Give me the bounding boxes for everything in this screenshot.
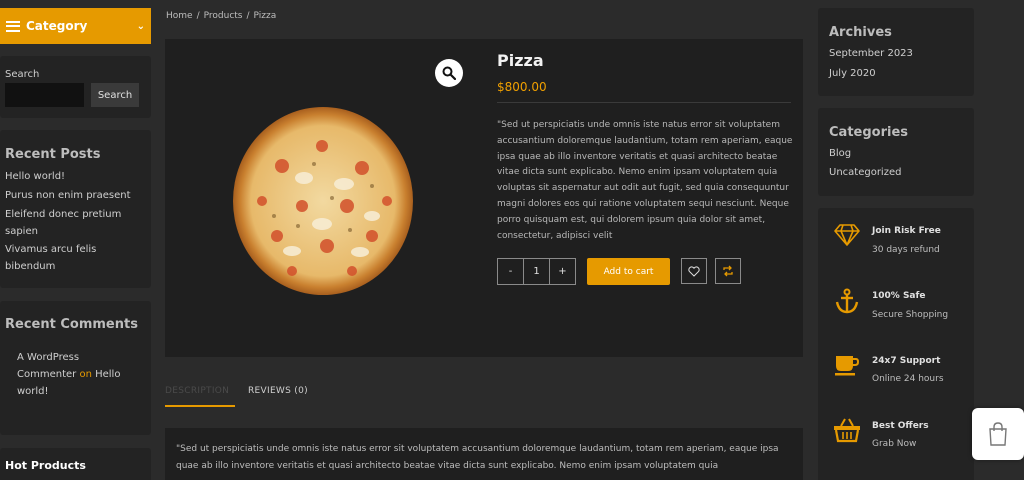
categories-widget: Categories Blog Uncategorized xyxy=(818,108,974,196)
archive-link[interactable]: September 2023 xyxy=(829,45,913,62)
recent-posts-widget: Recent Posts Hello world! Purus non enim… xyxy=(0,130,151,288)
feature-title: 24x7 Support xyxy=(872,356,941,366)
floating-cart-button[interactable] xyxy=(972,408,1024,460)
product-image xyxy=(233,107,413,295)
category-label: Category xyxy=(26,19,88,33)
qty-input[interactable]: 1 xyxy=(523,259,550,284)
feature-subtitle: Grab Now xyxy=(872,439,917,449)
product-price: $800.00 xyxy=(497,80,547,94)
recent-comments-title: Recent Comments xyxy=(5,317,138,332)
breadcrumb-separator: / xyxy=(196,11,200,21)
recent-post-link[interactable]: Hello world! xyxy=(5,168,65,185)
feature-subtitle: 30 days refund xyxy=(872,245,940,255)
recent-posts-title: Recent Posts xyxy=(5,147,101,162)
category-link[interactable]: Blog xyxy=(829,145,851,162)
description-text: "Sed ut perspiciatis unde omnis iste nat… xyxy=(176,444,779,471)
feature-subtitle: Secure Shopping xyxy=(872,310,949,320)
shopping-bag-icon xyxy=(989,422,1007,446)
breadcrumb-home[interactable]: Home xyxy=(166,11,193,21)
archives-widget: Archives September 2023 July 2020 xyxy=(818,8,974,96)
product-title: Pizza xyxy=(497,51,544,70)
divider xyxy=(497,102,791,103)
product-short-description: "Sed ut perspiciatis unde omnis iste nat… xyxy=(497,120,793,241)
comment-entry: A WordPress Commenter on Hello world! xyxy=(17,349,132,400)
archives-title: Archives xyxy=(829,25,892,40)
hot-products-widget: Hot Products xyxy=(0,448,151,480)
compare-arrows-icon xyxy=(723,265,733,277)
search-label: Search xyxy=(5,69,40,80)
qty-increase-button[interactable]: + xyxy=(550,259,575,284)
recent-post-link[interactable]: Vivamus arcu felis bibendum xyxy=(5,241,125,275)
hot-products-title: Hot Products xyxy=(5,459,86,472)
tab-description[interactable]: DESCRIPTION xyxy=(165,386,229,396)
feature-title: Join Risk Free xyxy=(872,226,941,236)
cup-icon xyxy=(835,356,860,376)
diamond-icon xyxy=(834,224,860,246)
feature-subtitle: Online 24 hours xyxy=(872,374,944,384)
zoom-button[interactable] xyxy=(435,59,463,87)
search-widget: Search Search xyxy=(0,56,151,118)
magnifier-icon xyxy=(442,66,456,80)
quantity-stepper: - 1 + xyxy=(497,258,576,285)
anchor-icon xyxy=(835,288,859,314)
add-to-cart-button[interactable]: Add to cart xyxy=(587,258,670,285)
qty-decrease-button[interactable]: - xyxy=(498,259,523,284)
chevron-down-icon: ⌄ xyxy=(136,20,145,32)
active-tab-indicator xyxy=(165,405,235,407)
features-widget: Join Risk Free 30 days refund 100% Safe … xyxy=(818,208,974,480)
recent-comments-widget: Recent Comments A WordPress Commenter on… xyxy=(0,301,151,435)
tab-reviews[interactable]: REVIEWS (0) xyxy=(248,386,308,396)
recent-post-link[interactable]: Eleifend donec pretium sapien xyxy=(5,206,135,240)
recent-post-link[interactable]: Purus non enim praesent xyxy=(5,187,131,204)
categories-title: Categories xyxy=(829,125,909,140)
breadcrumb-products[interactable]: Products xyxy=(204,11,243,21)
feature-title: Best Offers xyxy=(872,421,929,431)
category-link[interactable]: Uncategorized xyxy=(829,164,901,181)
feature-title: 100% Safe xyxy=(872,291,926,301)
archive-link[interactable]: July 2020 xyxy=(829,65,876,82)
comment-on-text: on xyxy=(79,369,92,380)
compare-button[interactable] xyxy=(715,258,741,284)
search-input[interactable] xyxy=(5,83,84,107)
breadcrumb-current: Pizza xyxy=(253,11,277,21)
basket-icon xyxy=(834,418,860,443)
breadcrumb-separator: / xyxy=(246,11,250,21)
category-menu-button[interactable]: Category ⌄ xyxy=(0,8,151,44)
breadcrumb: Home / Products / Pizza xyxy=(166,11,276,21)
search-button[interactable]: Search xyxy=(91,83,139,107)
hamburger-icon xyxy=(6,20,20,32)
wishlist-button[interactable] xyxy=(681,258,707,284)
comment-author-link[interactable]: A WordPress Commenter xyxy=(17,352,79,380)
heart-icon xyxy=(688,265,700,277)
